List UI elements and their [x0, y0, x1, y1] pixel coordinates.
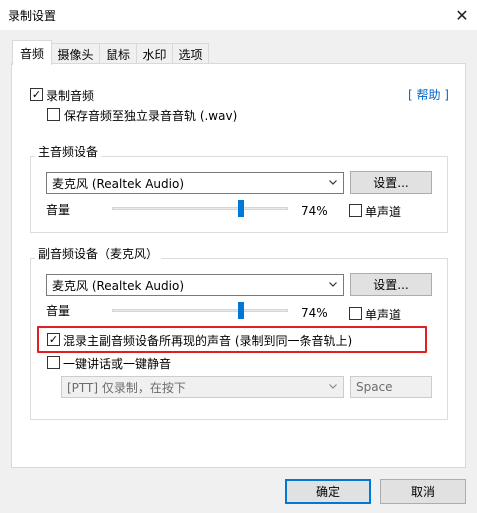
- help-link[interactable]: [ 帮助 ]: [408, 86, 449, 103]
- tab-audio[interactable]: 音频: [12, 40, 52, 65]
- secondary-settings-button[interactable]: 设置...: [350, 273, 432, 296]
- secondary-mono-label: 单声道: [365, 308, 402, 322]
- title-bar: 录制设置 ✕: [0, 0, 477, 30]
- primary-device-select[interactable]: 麦克风 (Realtek Audio): [46, 172, 344, 194]
- secondary-audio-group-title: 副音频设备（麦克风）: [35, 245, 162, 262]
- secondary-device-select[interactable]: 麦克风 (Realtek Audio): [46, 274, 344, 296]
- chevron-down-icon: [329, 180, 337, 185]
- primary-volume-thumb[interactable]: [238, 200, 244, 217]
- record-audio-label: 录制音频: [46, 89, 95, 103]
- secondary-volume-value: 74%: [301, 306, 328, 320]
- audio-tab-panel: ✓ 录制音频 [ 帮助 ] 保存音频至独立录音音轨 (.wav) 主音频设备 麦…: [11, 63, 466, 468]
- mix-secondary-label: 混录主副音频设备所再现的声音 (录制到同一条音轨上): [63, 334, 353, 348]
- tab-camera[interactable]: 摄像头: [51, 43, 100, 64]
- checkmark-icon: ✓: [31, 88, 42, 101]
- primary-audio-group: [30, 156, 448, 233]
- separate-track-checkbox[interactable]: [47, 108, 60, 121]
- primary-mono-checkbox[interactable]: [349, 204, 362, 217]
- primary-volume-label: 音量: [46, 203, 71, 217]
- mix-secondary-checkbox[interactable]: ✓: [47, 333, 60, 346]
- primary-audio-group-title: 主音频设备: [35, 143, 102, 160]
- secondary-volume-slider[interactable]: [112, 309, 288, 312]
- chevron-down-icon: [329, 282, 337, 287]
- ptt-key-field[interactable]: Space: [350, 376, 432, 398]
- window-title: 录制设置: [8, 9, 57, 23]
- tab-watermark[interactable]: 水印: [136, 43, 173, 64]
- primary-volume-slider[interactable]: [112, 207, 288, 210]
- primary-volume-value: 74%: [301, 204, 328, 218]
- ptt-label: 一键讲话或一键静音: [63, 357, 172, 371]
- ptt-mode-select[interactable]: [PTT] 仅录制，在按下: [61, 376, 344, 398]
- ptt-mode-value: [PTT] 仅录制，在按下: [67, 380, 186, 395]
- secondary-mono-checkbox[interactable]: [349, 307, 362, 320]
- record-audio-checkbox[interactable]: ✓: [30, 88, 43, 101]
- ptt-checkbox[interactable]: [47, 356, 60, 369]
- cancel-button[interactable]: 取消: [380, 479, 466, 504]
- secondary-volume-label: 音量: [46, 304, 71, 318]
- secondary-volume-thumb[interactable]: [238, 302, 244, 319]
- separate-track-label: 保存音频至独立录音音轨 (.wav): [64, 109, 238, 123]
- primary-device-value: 麦克风 (Realtek Audio): [52, 176, 185, 191]
- close-icon[interactable]: ✕: [447, 0, 477, 30]
- checkmark-icon: ✓: [48, 333, 59, 346]
- tab-mouse[interactable]: 鼠标: [99, 43, 137, 64]
- tab-options[interactable]: 选项: [172, 43, 209, 64]
- primary-settings-button[interactable]: 设置...: [350, 171, 432, 194]
- primary-mono-label: 单声道: [365, 205, 402, 219]
- chevron-down-icon: [329, 384, 337, 389]
- secondary-device-value: 麦克风 (Realtek Audio): [52, 278, 185, 293]
- ok-button[interactable]: 确定: [285, 479, 371, 504]
